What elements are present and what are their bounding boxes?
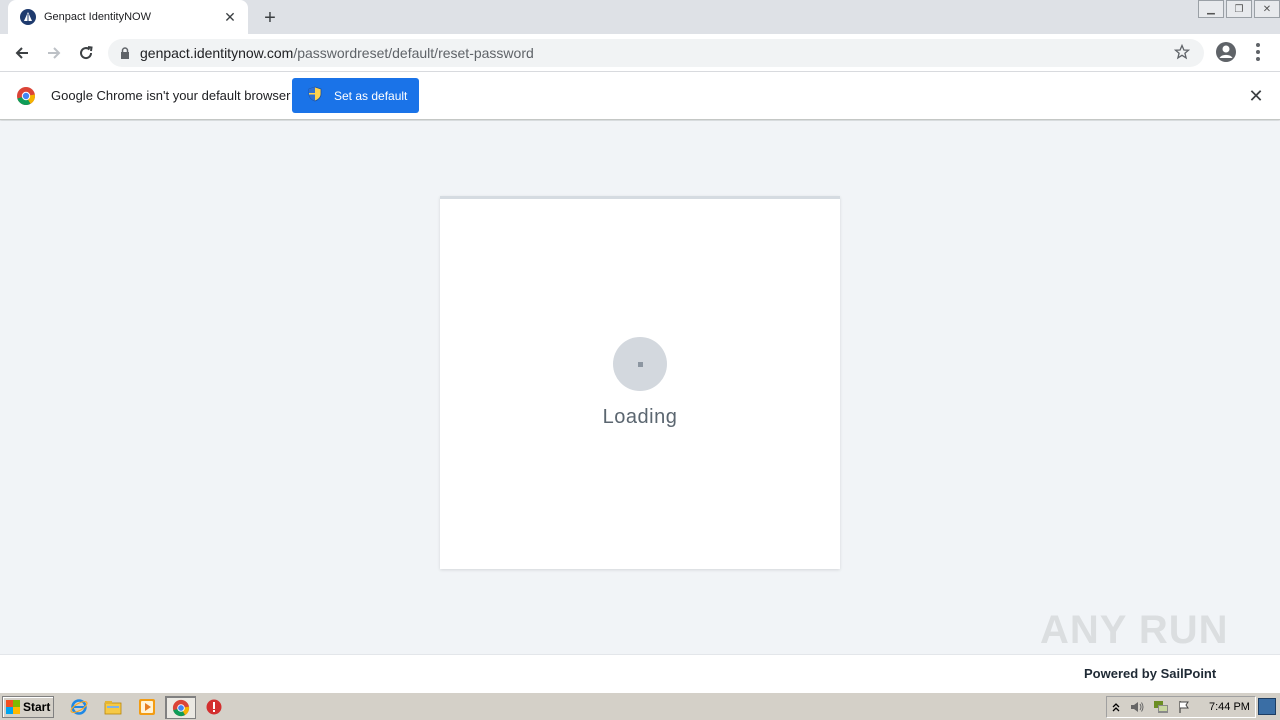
url-text: genpact.identitynow.com/passwordreset/de… bbox=[140, 45, 534, 61]
set-as-default-button[interactable]: Set as default bbox=[292, 78, 419, 113]
internet-explorer-icon[interactable] bbox=[70, 698, 88, 716]
profile-icon[interactable] bbox=[1214, 40, 1238, 64]
back-arrow-icon bbox=[15, 47, 28, 59]
restore-button[interactable]: ❐ bbox=[1226, 0, 1252, 18]
loading-text: Loading bbox=[602, 406, 678, 428]
loading-spinner bbox=[613, 337, 667, 391]
windows-flag-icon bbox=[6, 700, 20, 714]
anyrun-watermark: ANY RUN bbox=[1040, 608, 1229, 652]
browser-window: Genpact IdentityNOW ✕ + ▁ ❐ ✕ genpact.id… bbox=[0, 0, 1280, 720]
url-host: genpact.identitynow.com bbox=[140, 45, 294, 61]
default-browser-infobar: Google Chrome isn't your default browser… bbox=[0, 72, 1280, 120]
reload-icon bbox=[80, 46, 93, 60]
powered-by-text: Powered by SailPoint bbox=[1084, 666, 1217, 681]
minimize-button[interactable]: ▁ bbox=[1198, 0, 1224, 18]
back-button[interactable] bbox=[9, 40, 35, 66]
loading-card: Loading bbox=[440, 196, 840, 569]
media-player-icon[interactable] bbox=[138, 698, 156, 716]
reload-button[interactable] bbox=[73, 40, 99, 66]
chrome-logo-icon bbox=[16, 86, 36, 106]
sailpoint-favicon-icon bbox=[20, 9, 36, 25]
taskbar-clock[interactable]: 7:44 PM bbox=[1209, 701, 1250, 713]
window-controls: ▁ ❐ ✕ bbox=[1196, 0, 1280, 18]
tab-genpact-identitynow[interactable]: Genpact IdentityNOW ✕ bbox=[8, 0, 248, 34]
tab-title: Genpact IdentityNOW bbox=[44, 11, 151, 23]
windows-taskbar: Start 7:44 PM bbox=[0, 692, 1280, 720]
lock-icon bbox=[121, 47, 129, 59]
file-explorer-icon[interactable] bbox=[104, 698, 122, 716]
menu-icon[interactable] bbox=[1246, 40, 1270, 64]
page-footer: Powered by SailPoint bbox=[0, 654, 1280, 692]
chrome-taskbar-icon bbox=[172, 699, 190, 717]
window-close-button[interactable]: ✕ bbox=[1254, 0, 1280, 18]
forward-button[interactable] bbox=[41, 40, 67, 66]
infobar-message: Google Chrome isn't your default browser bbox=[51, 88, 291, 103]
chrome-taskbar-button[interactable] bbox=[165, 696, 196, 719]
tab-close-icon[interactable]: ✕ bbox=[222, 9, 238, 25]
set-as-default-label: Set as default bbox=[334, 88, 408, 103]
tab-strip: Genpact IdentityNOW ✕ + ▁ ❐ ✕ bbox=[0, 0, 1280, 34]
stop-sign-icon[interactable] bbox=[205, 698, 223, 716]
forward-arrow-icon bbox=[48, 47, 61, 59]
infobar-close-icon[interactable]: ✕ bbox=[1246, 86, 1266, 106]
tray-expand-icon[interactable] bbox=[1111, 700, 1121, 719]
show-desktop-button[interactable] bbox=[1258, 698, 1276, 715]
new-tab-button[interactable]: + bbox=[258, 6, 282, 30]
browser-toolbar: genpact.identitynow.com/passwordreset/de… bbox=[0, 34, 1280, 72]
address-bar[interactable]: genpact.identitynow.com/passwordreset/de… bbox=[108, 39, 1204, 67]
bookmark-star-icon[interactable] bbox=[1173, 43, 1191, 65]
action-center-flag-icon[interactable] bbox=[1177, 700, 1191, 719]
page-content: Loading bbox=[0, 121, 1280, 654]
url-path: /passwordreset/default/reset-password bbox=[293, 45, 534, 61]
shield-icon bbox=[308, 86, 322, 105]
start-label: Start bbox=[23, 700, 51, 714]
start-button[interactable]: Start bbox=[2, 696, 54, 718]
network-icon[interactable] bbox=[1153, 700, 1169, 719]
system-tray: 7:44 PM bbox=[1106, 696, 1256, 718]
speaker-icon[interactable] bbox=[1129, 700, 1145, 719]
